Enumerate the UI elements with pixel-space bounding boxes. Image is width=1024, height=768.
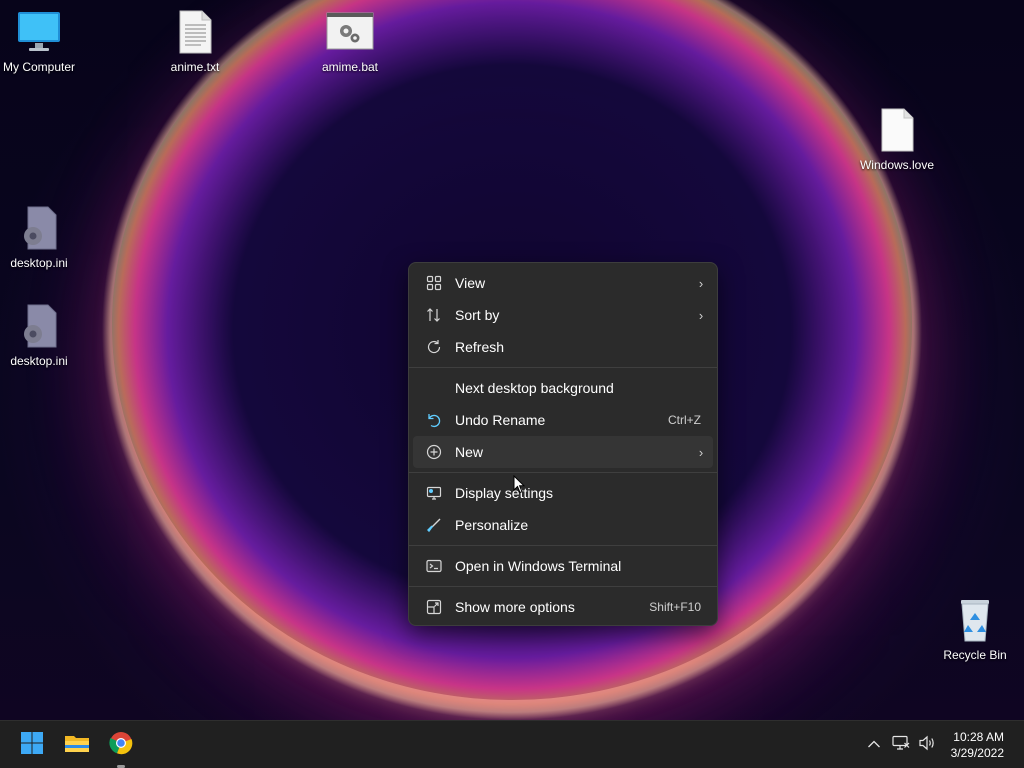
desktop-icon-label: My Computer <box>2 60 76 74</box>
taskbar-clock[interactable]: 10:28 AM 3/29/2022 <box>951 729 1004 761</box>
windows-start-icon <box>20 731 44 760</box>
display-settings-icon <box>413 485 455 501</box>
more-options-icon <box>413 599 455 615</box>
menu-item-open-in-windows-terminal[interactable]: Open in Windows Terminal <box>413 550 713 582</box>
batch-file-icon <box>326 10 374 54</box>
chrome-icon <box>109 731 133 760</box>
refresh-icon <box>413 339 455 355</box>
text-file-icon <box>171 10 219 54</box>
menu-item-label: Undo Rename <box>455 412 546 428</box>
desktop-icon-anime-txt[interactable]: anime.txt <box>147 10 243 74</box>
menu-separator <box>409 472 717 473</box>
menu-separator <box>409 586 717 587</box>
menu-separator <box>409 545 717 546</box>
network-button[interactable] <box>890 721 912 768</box>
show-hidden-icons-button[interactable] <box>864 721 884 768</box>
desktop-icon-recycle-bin[interactable]: Recycle Bin <box>927 598 1023 662</box>
menu-item-label: Refresh <box>455 339 505 355</box>
mouse-cursor-icon <box>513 474 526 499</box>
menu-item-new[interactable]: New › <box>413 436 713 468</box>
desktop-icon-windows-love[interactable]: Windows.love <box>849 108 945 172</box>
shortcut-text: Ctrl+Z <box>668 413 701 427</box>
settings-file-icon <box>15 206 63 250</box>
chevron-right-icon: › <box>698 275 704 291</box>
menu-item-label: New <box>455 444 484 460</box>
taskbar: 10:28 AM 3/29/2022 <box>0 720 1024 768</box>
menu-item-refresh[interactable]: Refresh <box>413 331 713 363</box>
desktop-icon-amime-bat[interactable]: amime.bat <box>302 10 398 74</box>
terminal-icon <box>413 558 455 574</box>
network-icon <box>892 735 910 756</box>
chevron-right-icon: › <box>698 307 704 323</box>
menu-item-label: View <box>455 275 486 291</box>
chevron-up-icon <box>867 736 881 754</box>
undo-icon <box>413 412 455 428</box>
settings-file-icon <box>15 304 63 348</box>
desktop-icon-label: desktop.ini <box>10 256 68 270</box>
chevron-right-icon: › <box>698 444 704 460</box>
menu-item-next-desktop-background[interactable]: Next desktop background <box>413 372 713 404</box>
taskbar-chrome[interactable] <box>105 729 137 761</box>
menu-item-label: Personalize <box>455 517 529 533</box>
menu-item-undo-rename[interactable]: Undo Rename Ctrl+Z <box>413 404 713 436</box>
menu-item-show-more-options[interactable]: Show more options Shift+F10 <box>413 591 713 623</box>
desktop-icon-label: Windows.love <box>859 158 935 172</box>
desktop-icon-desktop-ini[interactable]: desktop.ini <box>0 304 87 368</box>
menu-item-sort-by[interactable]: Sort by › <box>413 299 713 331</box>
taskbar-file-explorer[interactable] <box>61 729 93 761</box>
monitor-icon <box>15 10 63 54</box>
clock-time: 10:28 AM <box>953 730 1004 744</box>
folder-icon <box>64 731 90 760</box>
plus-circle-icon <box>413 444 455 460</box>
grid-icon <box>413 275 455 291</box>
volume-button[interactable] <box>916 721 938 768</box>
sort-icon <box>413 307 455 323</box>
menu-item-view[interactable]: View › <box>413 267 713 299</box>
desktop-icon-label: desktop.ini <box>10 354 68 368</box>
start-button[interactable] <box>16 729 48 761</box>
desktop-icon-desktop-ini[interactable]: desktop.ini <box>0 206 87 270</box>
desktop-icon-label: anime.txt <box>170 60 220 74</box>
desktop-icon-label: amime.bat <box>321 60 379 74</box>
menu-item-label: Open in Windows Terminal <box>455 558 622 574</box>
menu-item-label: Show more options <box>455 599 575 615</box>
menu-item-label: Next desktop background <box>455 380 614 396</box>
brush-icon <box>413 517 455 533</box>
desktop-icon-label: Recycle Bin <box>943 648 1007 662</box>
menu-separator <box>409 367 717 368</box>
menu-item-label: Display settings <box>455 485 554 501</box>
menu-item-label: Sort by <box>455 307 500 323</box>
shortcut-text: Shift+F10 <box>649 600 701 614</box>
desktop-icon-my-computer[interactable]: My Computer <box>0 10 87 74</box>
blank-file-icon <box>873 108 921 152</box>
menu-item-personalize[interactable]: Personalize <box>413 509 713 541</box>
recycle-bin-icon <box>951 598 999 642</box>
desktop-context-menu: View › Sort by › Refresh Next desktop ba… <box>408 262 718 626</box>
volume-icon <box>918 735 936 756</box>
clock-date: 3/29/2022 <box>950 746 1004 760</box>
menu-item-display-settings[interactable]: Display settings <box>413 477 713 509</box>
